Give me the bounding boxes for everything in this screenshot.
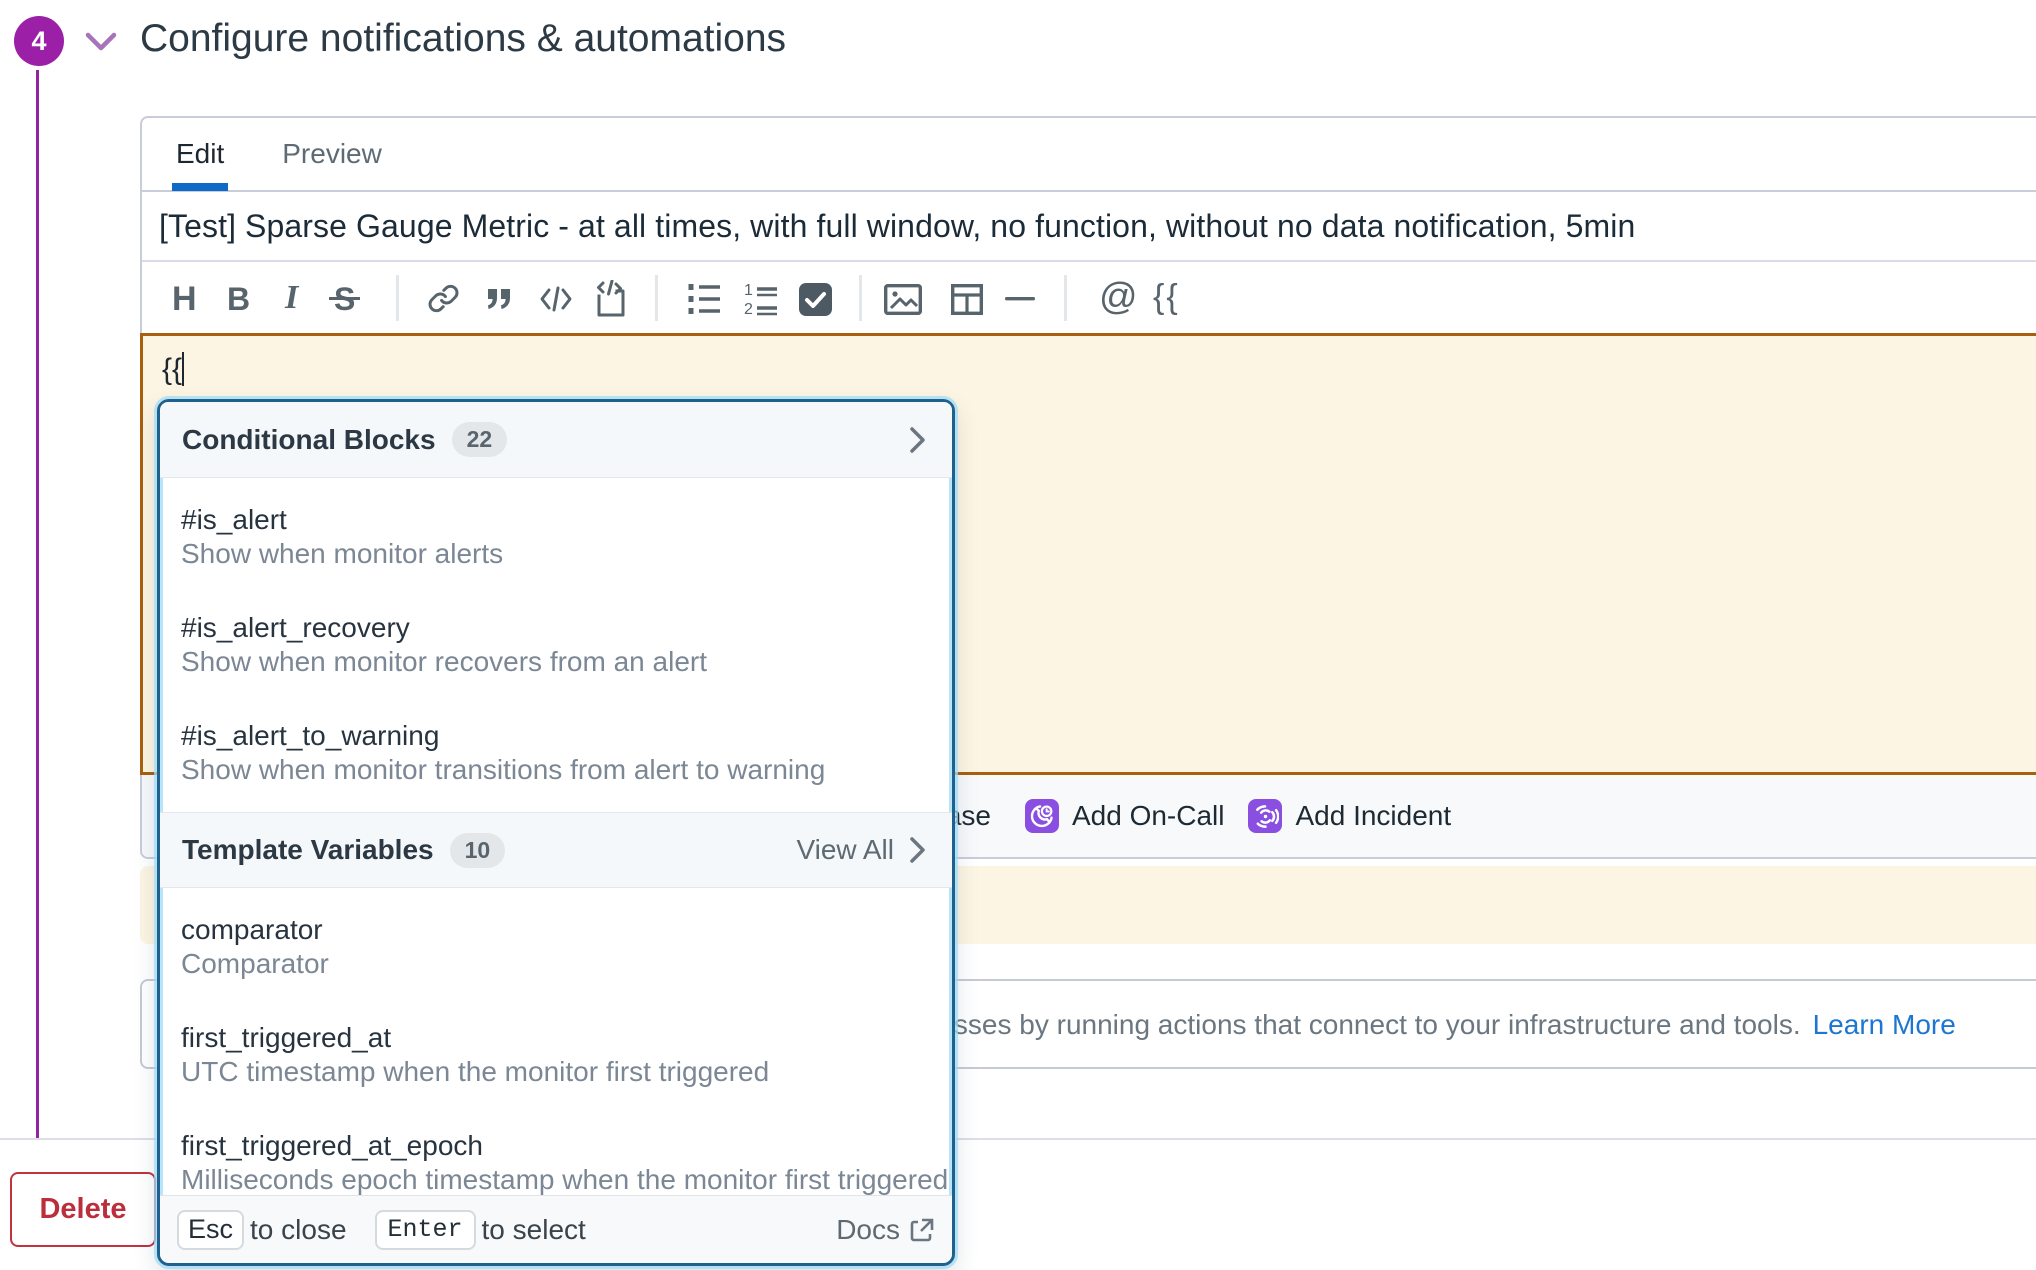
svg-text:1: 1	[744, 282, 753, 299]
svg-text:2: 2	[744, 301, 753, 316]
